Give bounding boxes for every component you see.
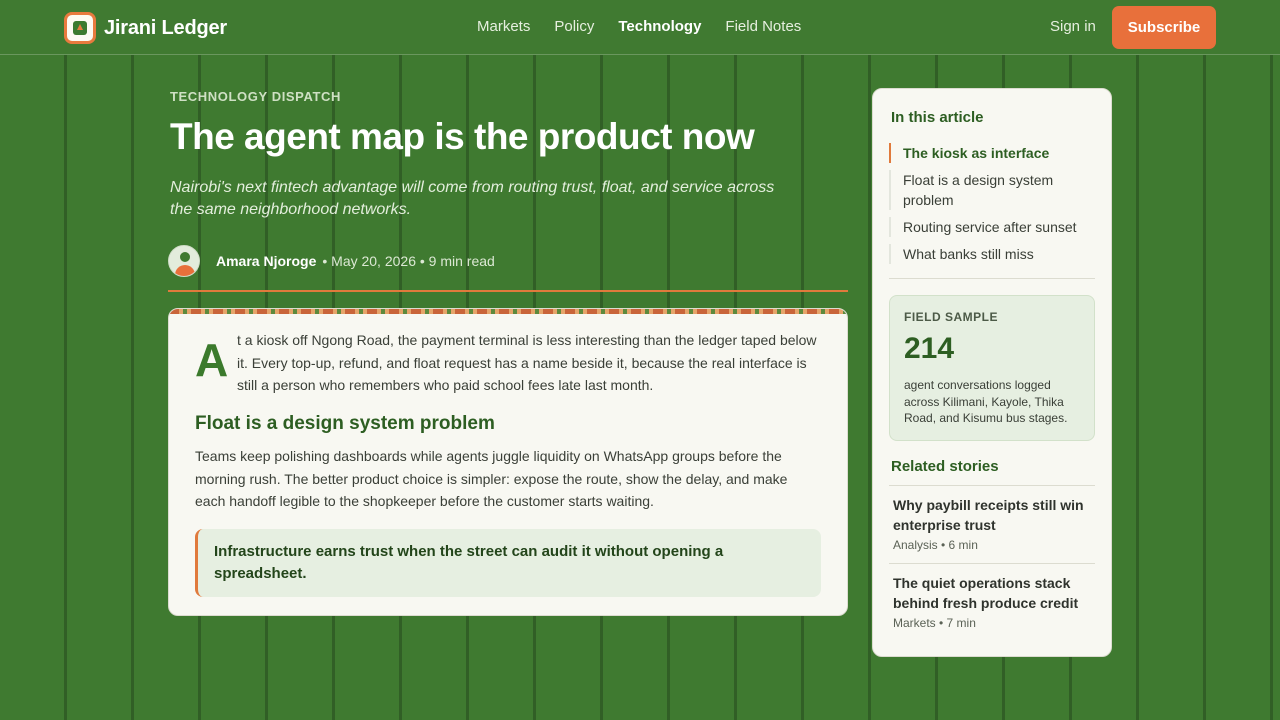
main-nav: Markets Policy Technology Field Notes [477, 18, 801, 35]
field-sample-card: FIELD SAMPLE 214 agent conversations log… [889, 295, 1095, 441]
related-story[interactable]: The quiet operations stack behind fresh … [889, 563, 1095, 641]
toc-item-kiosk[interactable]: The kiosk as interface [889, 143, 1095, 163]
toc-item-banks[interactable]: What banks still miss [889, 244, 1095, 264]
drop-cap: A [195, 334, 229, 386]
brand[interactable]: Jirani Ledger [64, 12, 227, 44]
related-story-title[interactable]: The quiet operations stack behind fresh … [893, 574, 1091, 613]
divider [889, 278, 1095, 279]
field-sample-value: 214 [904, 332, 955, 365]
article-kicker: TECHNOLOGY DISPATCH [170, 89, 342, 104]
nav-markets[interactable]: Markets [477, 18, 530, 35]
divider [168, 290, 848, 292]
related-story-title[interactable]: Why paybill receipts still win enterpris… [893, 496, 1091, 535]
logo-icon [64, 12, 96, 44]
sign-in-link[interactable]: Sign in [1050, 18, 1096, 35]
author-avatar[interactable] [168, 245, 200, 277]
field-sample-label: FIELD SAMPLE [904, 310, 999, 324]
related-story-meta: Analysis • 6 min [893, 538, 978, 552]
toc-item-routing[interactable]: Routing service after sunset [889, 217, 1095, 237]
related-title: Related stories [891, 458, 999, 475]
related-story[interactable]: Why paybill receipts still win enterpris… [889, 485, 1095, 563]
section-paragraph: Teams keep polishing dashboards while ag… [195, 448, 788, 509]
nav-technology[interactable]: Technology [618, 18, 701, 35]
article-meta: • May 20, 2026 • 9 min read [322, 253, 495, 269]
section-heading: Float is a design system problem [195, 413, 495, 434]
pull-quote: Infrastructure earns trust when the stre… [195, 529, 821, 597]
sidebar: In this article The kiosk as interface F… [872, 88, 1112, 657]
lede-paragraph: t a kiosk off Ngong Road, the payment te… [237, 332, 817, 393]
nav-field-notes[interactable]: Field Notes [725, 18, 801, 35]
decorative-stripe [169, 309, 847, 314]
nav-policy[interactable]: Policy [554, 18, 594, 35]
site-header: Jirani Ledger Markets Policy Technology … [0, 0, 1280, 55]
byline: Amara Njoroge • May 20, 2026 • 9 min rea… [168, 245, 495, 277]
subscribe-button[interactable]: Subscribe [1112, 6, 1216, 49]
article-body: A t a kiosk off Ngong Road, the payment … [168, 308, 848, 616]
related-list: Why paybill receipts still win enterpris… [889, 485, 1095, 641]
article-headline: The agent map is the product now [170, 116, 755, 157]
toc-item-float[interactable]: Float is a design system problem [889, 170, 1095, 210]
table-of-contents: The kiosk as interface Float is a design… [889, 143, 1095, 271]
brand-name: Jirani Ledger [104, 16, 227, 39]
related-story-meta: Markets • 7 min [893, 616, 976, 630]
field-sample-description: agent conversations logged across Kilima… [904, 378, 1068, 425]
toc-title: In this article [891, 109, 984, 126]
article-dek: Nairobi's next fintech advantage will co… [170, 179, 775, 218]
author-name[interactable]: Amara Njoroge [216, 253, 316, 269]
